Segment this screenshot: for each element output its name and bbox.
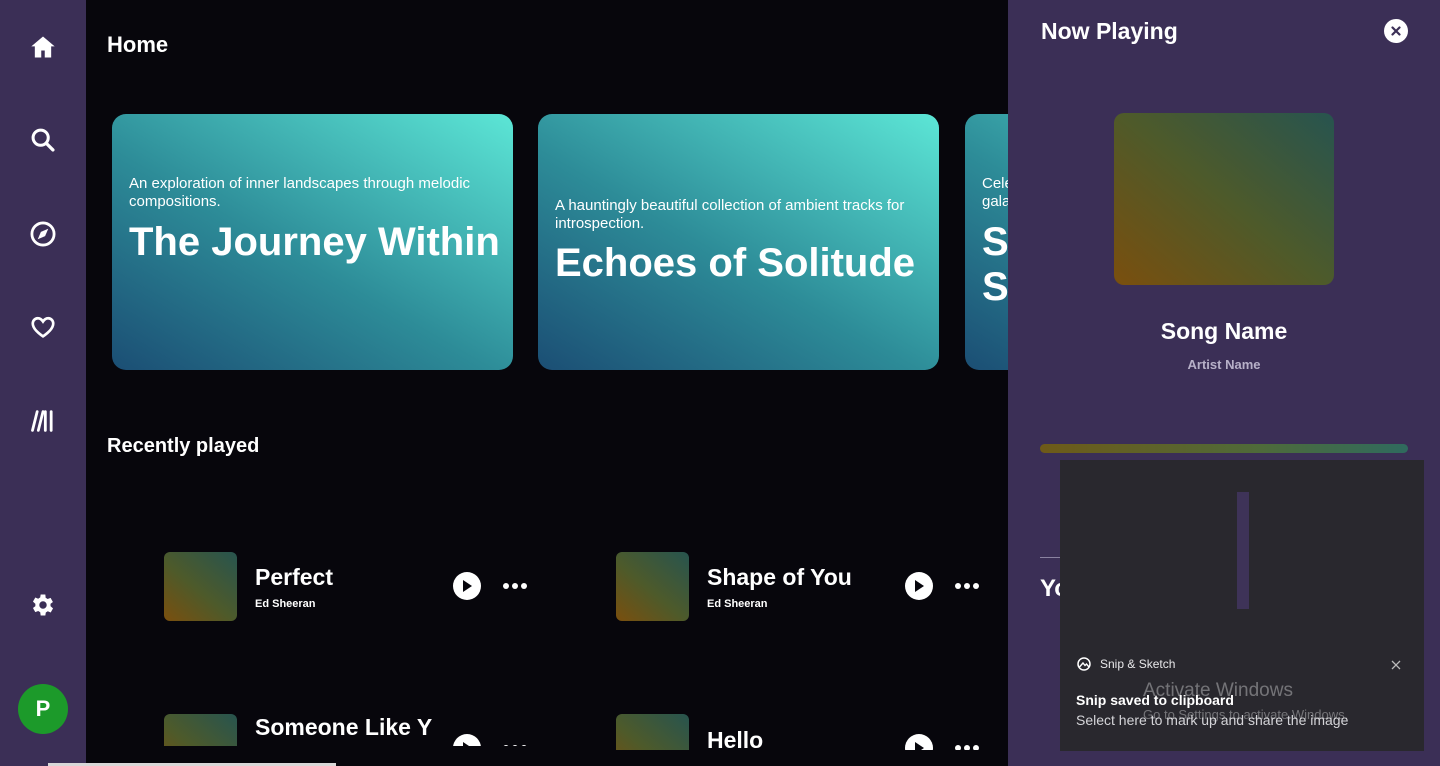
recently-played-title: Recently played [107,435,260,457]
activate-windows-watermark: Activate Windows [1143,680,1293,701]
card-title: Echoes of Solitude [555,241,916,285]
app-root: P Home An exploration of inner landscape… [0,0,1440,766]
gear-icon [32,594,54,616]
card-description: Cele gala [982,175,1008,210]
play-icon [915,580,924,592]
more-options-button[interactable] [502,736,528,746]
notification-app-name: Snip & Sketch [1100,657,1176,671]
now-playing-title: Now Playing [1041,18,1178,44]
page-title: Home [107,32,169,57]
play-button[interactable] [453,572,481,600]
play-icon [463,580,472,592]
sidebar-item-library[interactable] [23,401,63,441]
snip-sketch-icon [1077,657,1091,671]
sidebar-item-explore[interactable] [23,214,63,254]
compass-icon [30,221,56,247]
song-name: Song Name [1160,318,1288,344]
play-button[interactable] [905,734,933,750]
sidebar-item-search[interactable] [23,120,63,160]
featured-card[interactable]: A hauntingly beautiful collection of amb… [538,114,939,370]
progress-bar[interactable] [1040,444,1408,453]
track-name: Perfect [255,564,333,590]
card-description: An exploration of inner landscapes throu… [129,175,471,210]
featured-card[interactable]: An exploration of inner landscapes throu… [112,114,513,370]
more-options-button[interactable] [502,574,528,598]
search-icon [31,128,55,152]
more-options-button[interactable] [954,574,980,598]
snip-preview [1237,492,1249,609]
track-thumbnail[interactable] [164,552,237,621]
heart-icon [31,316,55,338]
card-title: The Journey Within [129,220,500,264]
track-name: Hello [707,727,764,750]
avatar[interactable]: P [18,684,68,734]
sidebar: P [0,0,86,766]
list-item[interactable]: Hello [616,714,996,750]
activate-windows-hint: Go to Settings to activate Windows. [1143,707,1349,722]
sidebar-item-settings[interactable] [23,585,63,625]
library-icon [31,410,53,432]
album-art [1114,113,1334,285]
track-artist: Ed Sheeran [707,598,768,610]
home-icon [31,36,55,58]
track-thumbnail[interactable] [616,714,689,750]
list-item[interactable]: Perfect Ed Sheeran [164,552,544,622]
track-thumbnail[interactable] [164,714,237,746]
close-icon [1391,26,1401,36]
play-button[interactable] [905,572,933,600]
card-title: S S [982,220,1008,309]
play-button[interactable] [453,734,481,746]
play-icon [915,742,924,750]
track-name: Someone Like Y [255,714,433,740]
sidebar-item-favorites[interactable] [23,307,63,347]
track-artist: Ed Sheeran [255,598,316,610]
close-icon [1391,660,1401,670]
card-description: A hauntingly beautiful collection of amb… [555,197,905,232]
track-thumbnail[interactable] [616,552,689,621]
sidebar-item-home[interactable] [23,27,63,67]
artist-name: Artist Name [1187,357,1261,372]
main-content: Home An exploration of inner landscapes … [86,0,1008,766]
featured-card[interactable]: Cele gala S S [965,114,1008,370]
more-options-button[interactable] [954,736,980,750]
close-button[interactable] [1384,19,1408,43]
play-icon [463,742,469,746]
notification-close-button[interactable] [1387,656,1405,674]
list-item[interactable]: Someone Like Y [164,714,544,746]
track-name: Shape of You [707,564,852,590]
notification-app: Snip & Sketch [1076,657,1175,671]
list-item[interactable]: Shape of You Ed Sheeran [616,552,996,622]
